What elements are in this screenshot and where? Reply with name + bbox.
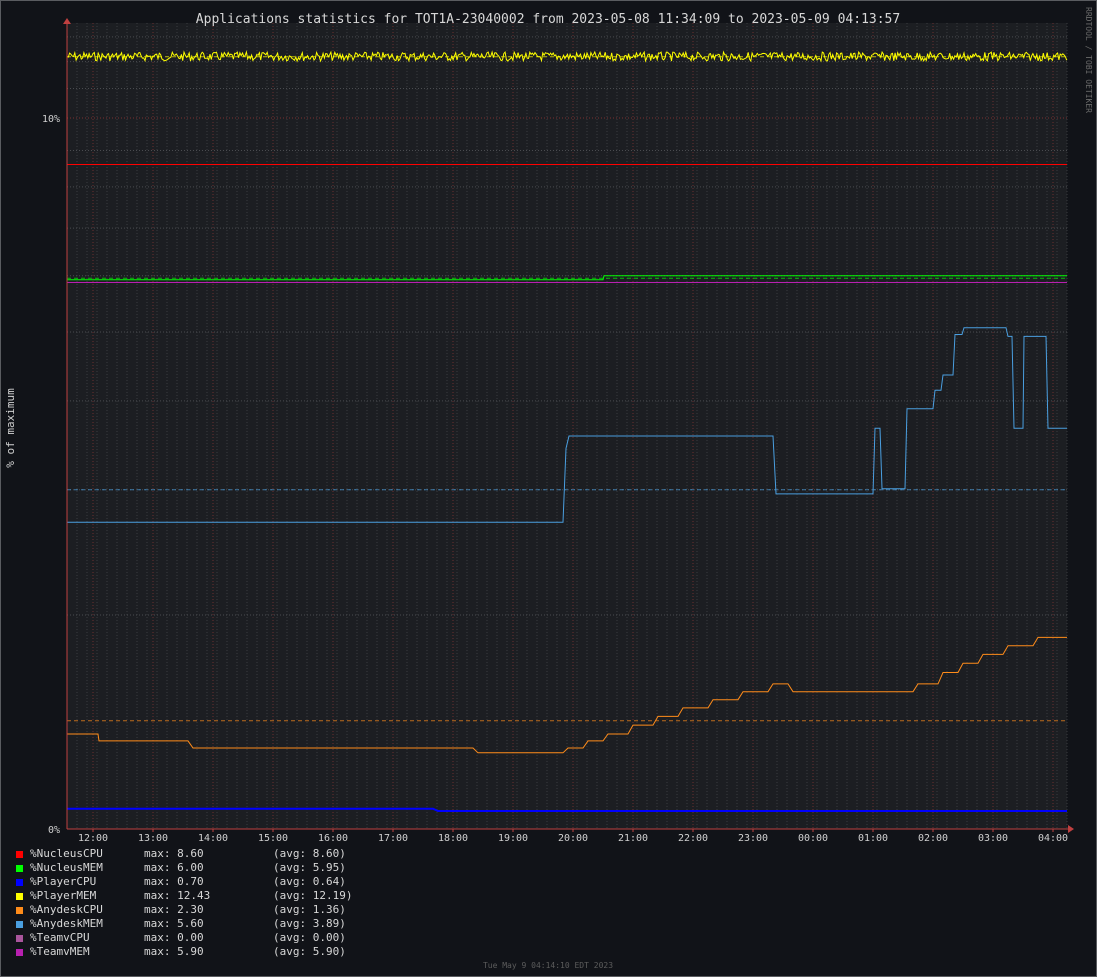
x-tick-label: 04:00	[1038, 833, 1068, 844]
x-tick-label: 21:00	[618, 833, 648, 844]
x-tick-label: 15:00	[258, 833, 288, 844]
y-tick-label: 0%	[48, 825, 60, 836]
footer-timestamp: Tue May 9 04:14:10 EDT 2023	[483, 961, 613, 970]
legend-swatch	[16, 920, 23, 928]
legend-series-name: %PlayerCPU	[30, 875, 97, 888]
legend-swatch	[16, 906, 23, 914]
legend-avg-value: (avg: 5.90)	[273, 945, 346, 958]
legend-max-value: max: 0.00	[144, 931, 204, 944]
legend-item: %AnydeskMEM max: 5.60 (avg: 3.89)	[16, 917, 352, 931]
y-axis-arrow	[63, 18, 71, 24]
legend-swatch	[16, 892, 23, 900]
legend-avg-value: (avg: 3.89)	[273, 917, 346, 930]
legend-max-value: max: 8.60	[144, 847, 204, 860]
legend-series-name: %NucleusCPU	[30, 847, 103, 860]
legend-max-value: max: 5.90	[144, 945, 204, 958]
x-tick-label: 16:00	[318, 833, 348, 844]
legend-item: %AnydeskCPU max: 2.30 (avg: 1.36)	[16, 903, 352, 917]
legend-swatch	[16, 878, 23, 886]
legend-item: %PlayerMEM max: 12.43 (avg: 12.19)	[16, 889, 352, 903]
legend-swatch	[16, 934, 23, 942]
legend-max-value: max: 5.60	[144, 917, 204, 930]
x-tick-label: 19:00	[498, 833, 528, 844]
legend-item: %NucleusCPU max: 8.60 (avg: 8.60)	[16, 847, 352, 861]
y-axis-label: % of maximum	[4, 388, 17, 468]
legend-item: %PlayerCPU max: 0.70 (avg: 0.64)	[16, 875, 352, 889]
legend-series-name: %TeamvCPU	[30, 931, 90, 944]
x-tick-label: 20:00	[558, 833, 588, 844]
x-tick-label: 18:00	[438, 833, 468, 844]
legend-item: %TeamvMEM max: 5.90 (avg: 5.90)	[16, 945, 352, 959]
legend-max-value: max: 0.70	[144, 875, 204, 888]
legend-item: %NucleusMEM max: 6.00 (avg: 5.95)	[16, 861, 352, 875]
x-tick-label: 12:00	[78, 833, 108, 844]
legend-item: %TeamvCPU max: 0.00 (avg: 0.00)	[16, 931, 352, 945]
legend-avg-value: (avg: 12.19)	[273, 889, 353, 902]
y-tick-label: 10%	[42, 114, 60, 125]
legend-series-name: %PlayerMEM	[30, 889, 97, 902]
x-tick-label: 13:00	[138, 833, 168, 844]
x-tick-label: 02:00	[918, 833, 948, 844]
legend-series-name: %AnydeskMEM	[30, 917, 103, 930]
legend-avg-value: (avg: 0.64)	[273, 875, 346, 888]
x-axis-arrow	[1068, 825, 1074, 833]
legend-swatch	[16, 850, 23, 858]
x-tick-label: 22:00	[678, 833, 708, 844]
x-tick-label: 14:00	[198, 833, 228, 844]
legend-series-name: %NucleusMEM	[30, 861, 103, 874]
legend-avg-value: (avg: 8.60)	[273, 847, 346, 860]
x-tick-label: 17:00	[378, 833, 408, 844]
legend: %NucleusCPU max: 8.60 (avg: 8.60) %NucleusM…	[16, 847, 352, 959]
chart-title: Applications statistics for TOT1A-230400…	[196, 12, 900, 27]
legend-avg-value: (avg: 0.00)	[273, 931, 346, 944]
x-tick-label: 03:00	[978, 833, 1008, 844]
legend-max-value: max: 12.43	[144, 889, 211, 902]
x-tick-label: 00:00	[798, 833, 828, 844]
rrd-graph: 12:00 13:00 14:00 15:00 16:00 17:00 18:00 19:00…	[0, 0, 1097, 977]
legend-avg-value: (avg: 5.95)	[273, 861, 346, 874]
legend-swatch	[16, 864, 23, 872]
watermark: RRDTOOL / TOBI OETIKER	[1084, 7, 1093, 113]
chart-canvas: 12:00 13:00 14:00 15:00 16:00 17:00 18:00 19:00…	[4, 7, 1093, 970]
legend-avg-value: (avg: 1.36)	[273, 903, 346, 916]
x-tick-label: 23:00	[738, 833, 768, 844]
legend-max-value: max: 2.30	[144, 903, 204, 916]
legend-series-name: %TeamvMEM	[30, 945, 90, 958]
legend-series-name: %AnydeskCPU	[30, 903, 103, 916]
x-tick-label: 01:00	[858, 833, 888, 844]
legend-max-value: max: 6.00	[144, 861, 204, 874]
legend-swatch	[16, 948, 23, 956]
